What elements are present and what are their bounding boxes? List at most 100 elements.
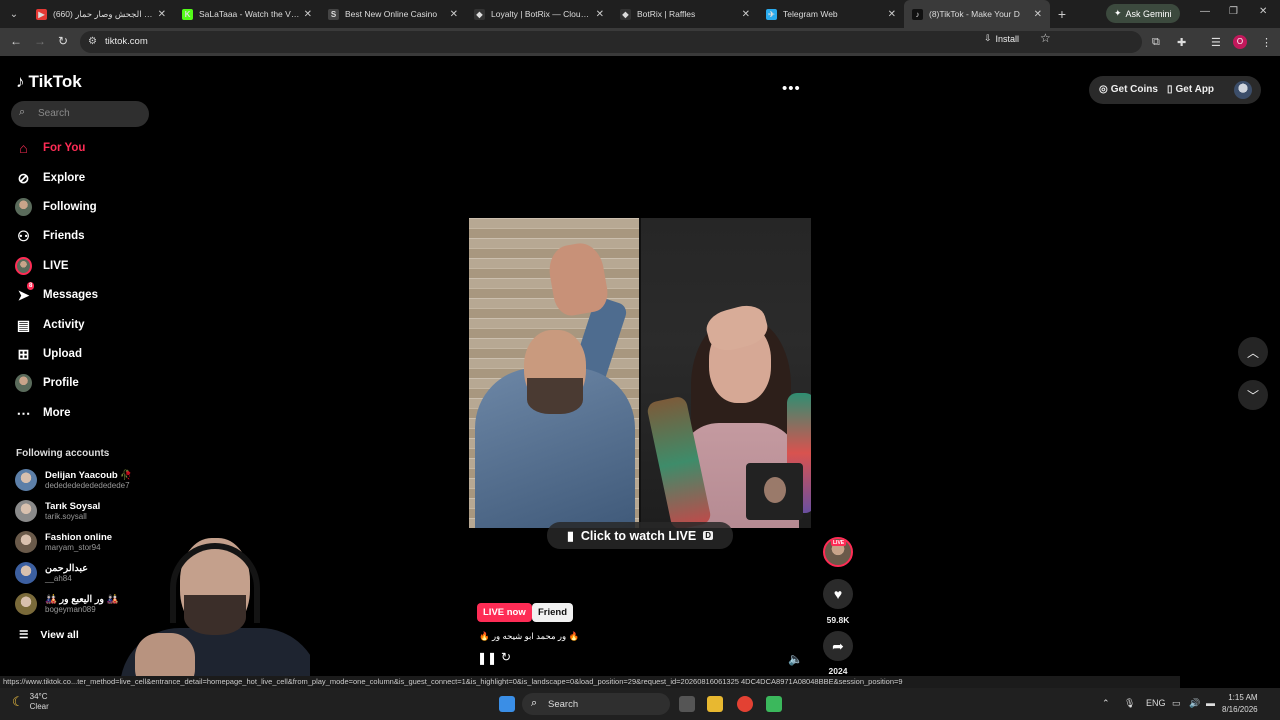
following-account[interactable]: عبدالرحمن __ah84 [15, 560, 88, 586]
sidebar-item-messages[interactable]: ➤ Messages 8 [15, 282, 98, 306]
coin-icon: ◎ [1099, 84, 1108, 95]
list-icon: ☰ [19, 629, 29, 641]
picture-in-picture-thumbnail [746, 463, 803, 520]
browser-tab[interactable]: K SaLaTaaa - Watch the VOD ✕ [174, 0, 320, 28]
volume-icon[interactable]: 🔈 [788, 652, 803, 666]
sidebar-item-activity[interactable]: ▤ Activity [15, 314, 85, 336]
address-bar[interactable]: ⚙ tiktok.com [80, 31, 1142, 53]
browser-tab[interactable]: ◆ BotRix | Raffles ✕ [612, 0, 758, 28]
tiktok-logo[interactable]: ♪ TikTok [16, 72, 82, 92]
user-avatar[interactable] [1234, 81, 1252, 99]
sidebar-item-live[interactable]: LIVE [15, 255, 69, 277]
browser-tab[interactable]: ▶ (660) كبر الجحش وصار حمار ✕ [28, 0, 174, 28]
compass-icon: ⊘ [17, 169, 30, 186]
restore-icon[interactable]: ❐ [1229, 6, 1238, 17]
sidebar-item-more[interactable]: ⋯ More [15, 402, 71, 424]
more-options-icon[interactable]: ••• [782, 80, 801, 97]
network-icon[interactable]: ▭ [1172, 698, 1181, 709]
reading-list-icon[interactable]: ☰ [1211, 36, 1221, 49]
previous-video-button[interactable]: ︿ [1238, 337, 1268, 367]
app-icon[interactable] [766, 696, 782, 712]
like-button[interactable]: ♥ [823, 579, 853, 609]
battery-icon[interactable]: ▬ [1206, 698, 1215, 708]
sidebar-item-upload[interactable]: ⊞ Upload [15, 343, 82, 365]
browser-tab[interactable]: ✈ Telegram Web ✕ [758, 0, 904, 28]
get-coins-button[interactable]: ◎ Get Coins [1099, 84, 1158, 95]
forward-arrow-icon[interactable]: → [34, 34, 46, 48]
sidebar-item-following[interactable]: Following [15, 196, 97, 218]
streamer-webcam-overlay [80, 533, 310, 698]
bookmark-star-icon[interactable]: ☆ [1040, 31, 1051, 45]
tab-favicon-icon: ▶ [36, 8, 47, 20]
reload-icon[interactable]: ↻ [58, 34, 68, 48]
new-tab-plus-icon[interactable]: + [1050, 6, 1074, 22]
taskbar-search[interactable]: ⌕ Search [522, 693, 670, 715]
view-all-button[interactable]: ☰ View all [19, 629, 79, 641]
file-explorer-icon[interactable] [707, 696, 723, 712]
search-input[interactable]: ⌕ Search [11, 101, 149, 127]
upload-icon: ⊞ [17, 345, 30, 362]
weather-widget[interactable]: ☾ 34°C Clear [12, 692, 49, 712]
tab-close-icon[interactable]: ✕ [304, 9, 312, 20]
get-app-button[interactable]: ▯ Get App [1167, 84, 1214, 95]
following-account[interactable]: Delijan Yaacoub 🥀 dedededededededede7 [15, 467, 132, 493]
install-app-button[interactable]: ⇩ Install [984, 33, 1019, 44]
following-account[interactable]: Tarık Soysal tarik.soysall [15, 498, 100, 524]
browser-tab[interactable]: ◆ Loyalty | BotRix — Cloud St ✕ [466, 0, 612, 28]
replay-icon[interactable]: ↻ [501, 650, 511, 664]
account-username: dedededededededede7 [45, 481, 130, 490]
tab-search-chevron-icon[interactable]: ⌄ [0, 0, 28, 28]
browser-tab[interactable]: S Best New Online Casino ✕ [320, 0, 466, 28]
tab-close-icon[interactable]: ✕ [1034, 9, 1042, 20]
live-video-player[interactable] [469, 218, 811, 528]
chevron-up-icon: ︿ [1246, 345, 1259, 360]
tab-favicon-icon: ◆ [474, 8, 485, 20]
taskbar-clock[interactable]: 1:15 AM 8/16/2026 [1222, 692, 1258, 716]
avatar [15, 469, 37, 491]
speaker-icon[interactable]: 🔊 [1189, 698, 1200, 709]
ask-gemini-button[interactable]: ✦ Ask Gemini [1106, 4, 1180, 23]
task-view-icon[interactable] [679, 696, 695, 712]
back-arrow-icon[interactable]: ← [10, 34, 22, 48]
phone-icon: ▯ [1167, 84, 1173, 95]
sidebar-item-profile[interactable]: Profile [15, 372, 79, 394]
microphone-icon[interactable]: 🎙 [1124, 698, 1135, 709]
next-video-button[interactable]: ﹀ [1238, 380, 1268, 410]
live-now-badge[interactable]: LIVE now [477, 603, 532, 622]
tab-close-icon[interactable]: ✕ [742, 9, 750, 20]
tab-strip: ⌄ ▶ (660) كبر الجحش وصار حمار ✕ K SaLaTaaa -… [0, 0, 1280, 28]
puzzle-icon[interactable]: ✚ [1177, 36, 1186, 49]
windows-taskbar: ☾ 34°C Clear ⌕ Search ⌃ 🎙 ENG ▭ 🔊 ▬ 1:15… [0, 688, 1280, 720]
windows-start-icon[interactable] [499, 696, 515, 712]
account-username: tarik.soysall [45, 512, 87, 521]
pause-icon[interactable]: ❚❚ [477, 651, 497, 665]
tab-title: (660) كبر الجحش وصار حمار [53, 8, 154, 19]
sidebar-item-friends[interactable]: ⚇ Friends [15, 225, 84, 247]
share-count: 2024 [828, 666, 848, 676]
extension-icon[interactable]: ⧉ [1152, 36, 1160, 49]
minimize-icon[interactable]: — [1200, 6, 1210, 17]
sidebar-item-for-you[interactable]: ⌂ For You [15, 137, 85, 159]
browser-menu-icon[interactable]: ⋮ [1261, 36, 1272, 49]
search-icon: ⌕ [19, 106, 26, 118]
tab-favicon-icon: K [182, 8, 193, 20]
waving-hand [545, 239, 611, 319]
tab-close-icon[interactable]: ✕ [158, 9, 166, 20]
tab-title: Loyalty | BotRix — Cloud St [491, 9, 592, 19]
sidebar-item-explore[interactable]: ⊘ Explore [15, 167, 86, 189]
account-name: Tarık Soysal [45, 501, 101, 512]
browser-tab[interactable]: ♪ (8)TikTok - Make Your D ✕ [904, 0, 1050, 28]
tab-close-icon[interactable]: ✕ [450, 9, 458, 20]
tab-close-icon[interactable]: ✕ [596, 9, 604, 20]
keyboard-hint: D [703, 531, 713, 540]
click-to-watch-live-button[interactable]: ▮ Click to watch LIVE D [547, 522, 733, 549]
language-indicator[interactable]: ENG [1146, 698, 1166, 708]
tray-chevron-icon[interactable]: ⌃ [1102, 698, 1110, 709]
chrome-icon[interactable] [737, 696, 753, 712]
tiktok-note-icon: ♪ [16, 72, 25, 91]
tab-close-icon[interactable]: ✕ [888, 9, 896, 20]
site-info-icon[interactable]: ⚙ [88, 36, 97, 47]
share-button[interactable]: ➦ [823, 631, 853, 661]
browser-profile-avatar[interactable]: O [1233, 35, 1247, 49]
close-window-icon[interactable]: ✕ [1259, 6, 1267, 17]
